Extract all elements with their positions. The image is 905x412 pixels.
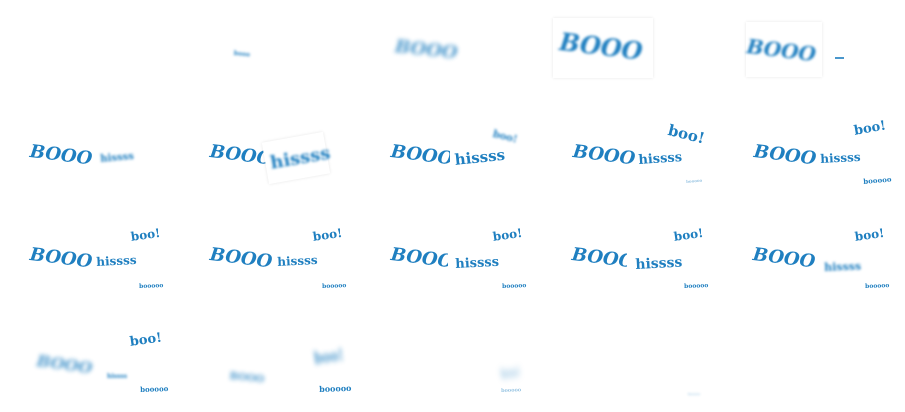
hissss-text: hissss [637, 149, 683, 168]
frame-19: booooo [543, 309, 724, 412]
booooo-text: booooo [864, 282, 890, 290]
booo-text: BOOO [28, 244, 94, 273]
boo-text: boo! [672, 225, 705, 244]
hissss-text: hissss [276, 252, 318, 269]
frame-12: BOOO hissss boo! booooo [181, 206, 362, 309]
boo-text: boo! [853, 225, 886, 244]
booooo-text: booooo [683, 282, 709, 290]
frame-15: BOOO hissss boo! booooo [724, 206, 905, 309]
frame-16: BOOO hissss boo! booooo [0, 309, 181, 412]
booooo-text: booooo [139, 384, 169, 394]
hissss-text: hissss [99, 151, 135, 165]
boo-text: boo! [852, 118, 888, 139]
hissss-text: hissss [634, 254, 683, 273]
boo-text: boo! [128, 330, 163, 350]
booo-text: BOOO [389, 141, 455, 170]
booo-text: BOOO [752, 141, 818, 170]
boo-text: boo! [666, 121, 707, 148]
frame-13: BOOO hissss boo! booooo [362, 206, 543, 309]
hissss-streak [835, 57, 844, 59]
booooo-text: booooo [321, 282, 347, 290]
boo-text: boo! [312, 345, 345, 368]
booo-text: BOOO [208, 244, 274, 273]
frame-11: BOOO hissss boo! booooo [0, 206, 181, 309]
booo-text: BOOO [570, 244, 636, 273]
boo-text: boo! [129, 225, 162, 244]
frame-grid: booo BOOO BOOO BOOO BOOO hissss BOOO his… [0, 0, 905, 412]
frame-18: boo! booooo [362, 309, 543, 412]
frame-5: BOOO [724, 0, 905, 103]
frame-6: BOOO hissss [0, 103, 181, 206]
booooo-text: booooo [318, 382, 352, 394]
frame-2: booo [181, 0, 362, 103]
boo-text: boo! [499, 363, 522, 381]
frame-14: BOOO hissss boo! booooo [543, 206, 724, 309]
booo-text: BOOO [394, 36, 459, 64]
hissss-text: hissss [823, 259, 862, 274]
frame-3: BOOO [362, 0, 543, 103]
frame-9: BOOO hissss boo! booooo [543, 103, 724, 206]
hissss-text: hissss [454, 254, 500, 272]
boo-text: boo! [311, 225, 344, 244]
hissss-text: hissss [107, 373, 128, 380]
booo-text: booo [233, 50, 251, 59]
booooo-text: booooo [500, 387, 522, 394]
booo-text: BOOO [571, 141, 637, 170]
frame-20 [724, 309, 905, 412]
booooo-text: booooo [501, 282, 527, 290]
booo-text: BOOO [389, 244, 455, 273]
booooo-text: booooo [138, 282, 164, 290]
frame-17: BOOO boo! booooo [181, 309, 362, 412]
boo-text: boo! [491, 225, 524, 244]
hissss-text: hissss [95, 252, 137, 269]
frame-10: BOOO hissss boo! booooo [724, 103, 905, 206]
frame-8: BOOO hissss boo! [362, 103, 543, 206]
booooo-text: booooo [862, 174, 892, 186]
hissss-text: hissss [819, 149, 861, 166]
booo-text: BOOO [35, 351, 94, 378]
booooo-text: booooo [685, 177, 703, 184]
frame-7: BOOO hissss [181, 103, 362, 206]
frame-4: BOOO [543, 0, 724, 103]
frame-1 [0, 0, 181, 103]
booo-text: BOOO [228, 371, 265, 386]
booooo-text: booooo [688, 392, 701, 396]
